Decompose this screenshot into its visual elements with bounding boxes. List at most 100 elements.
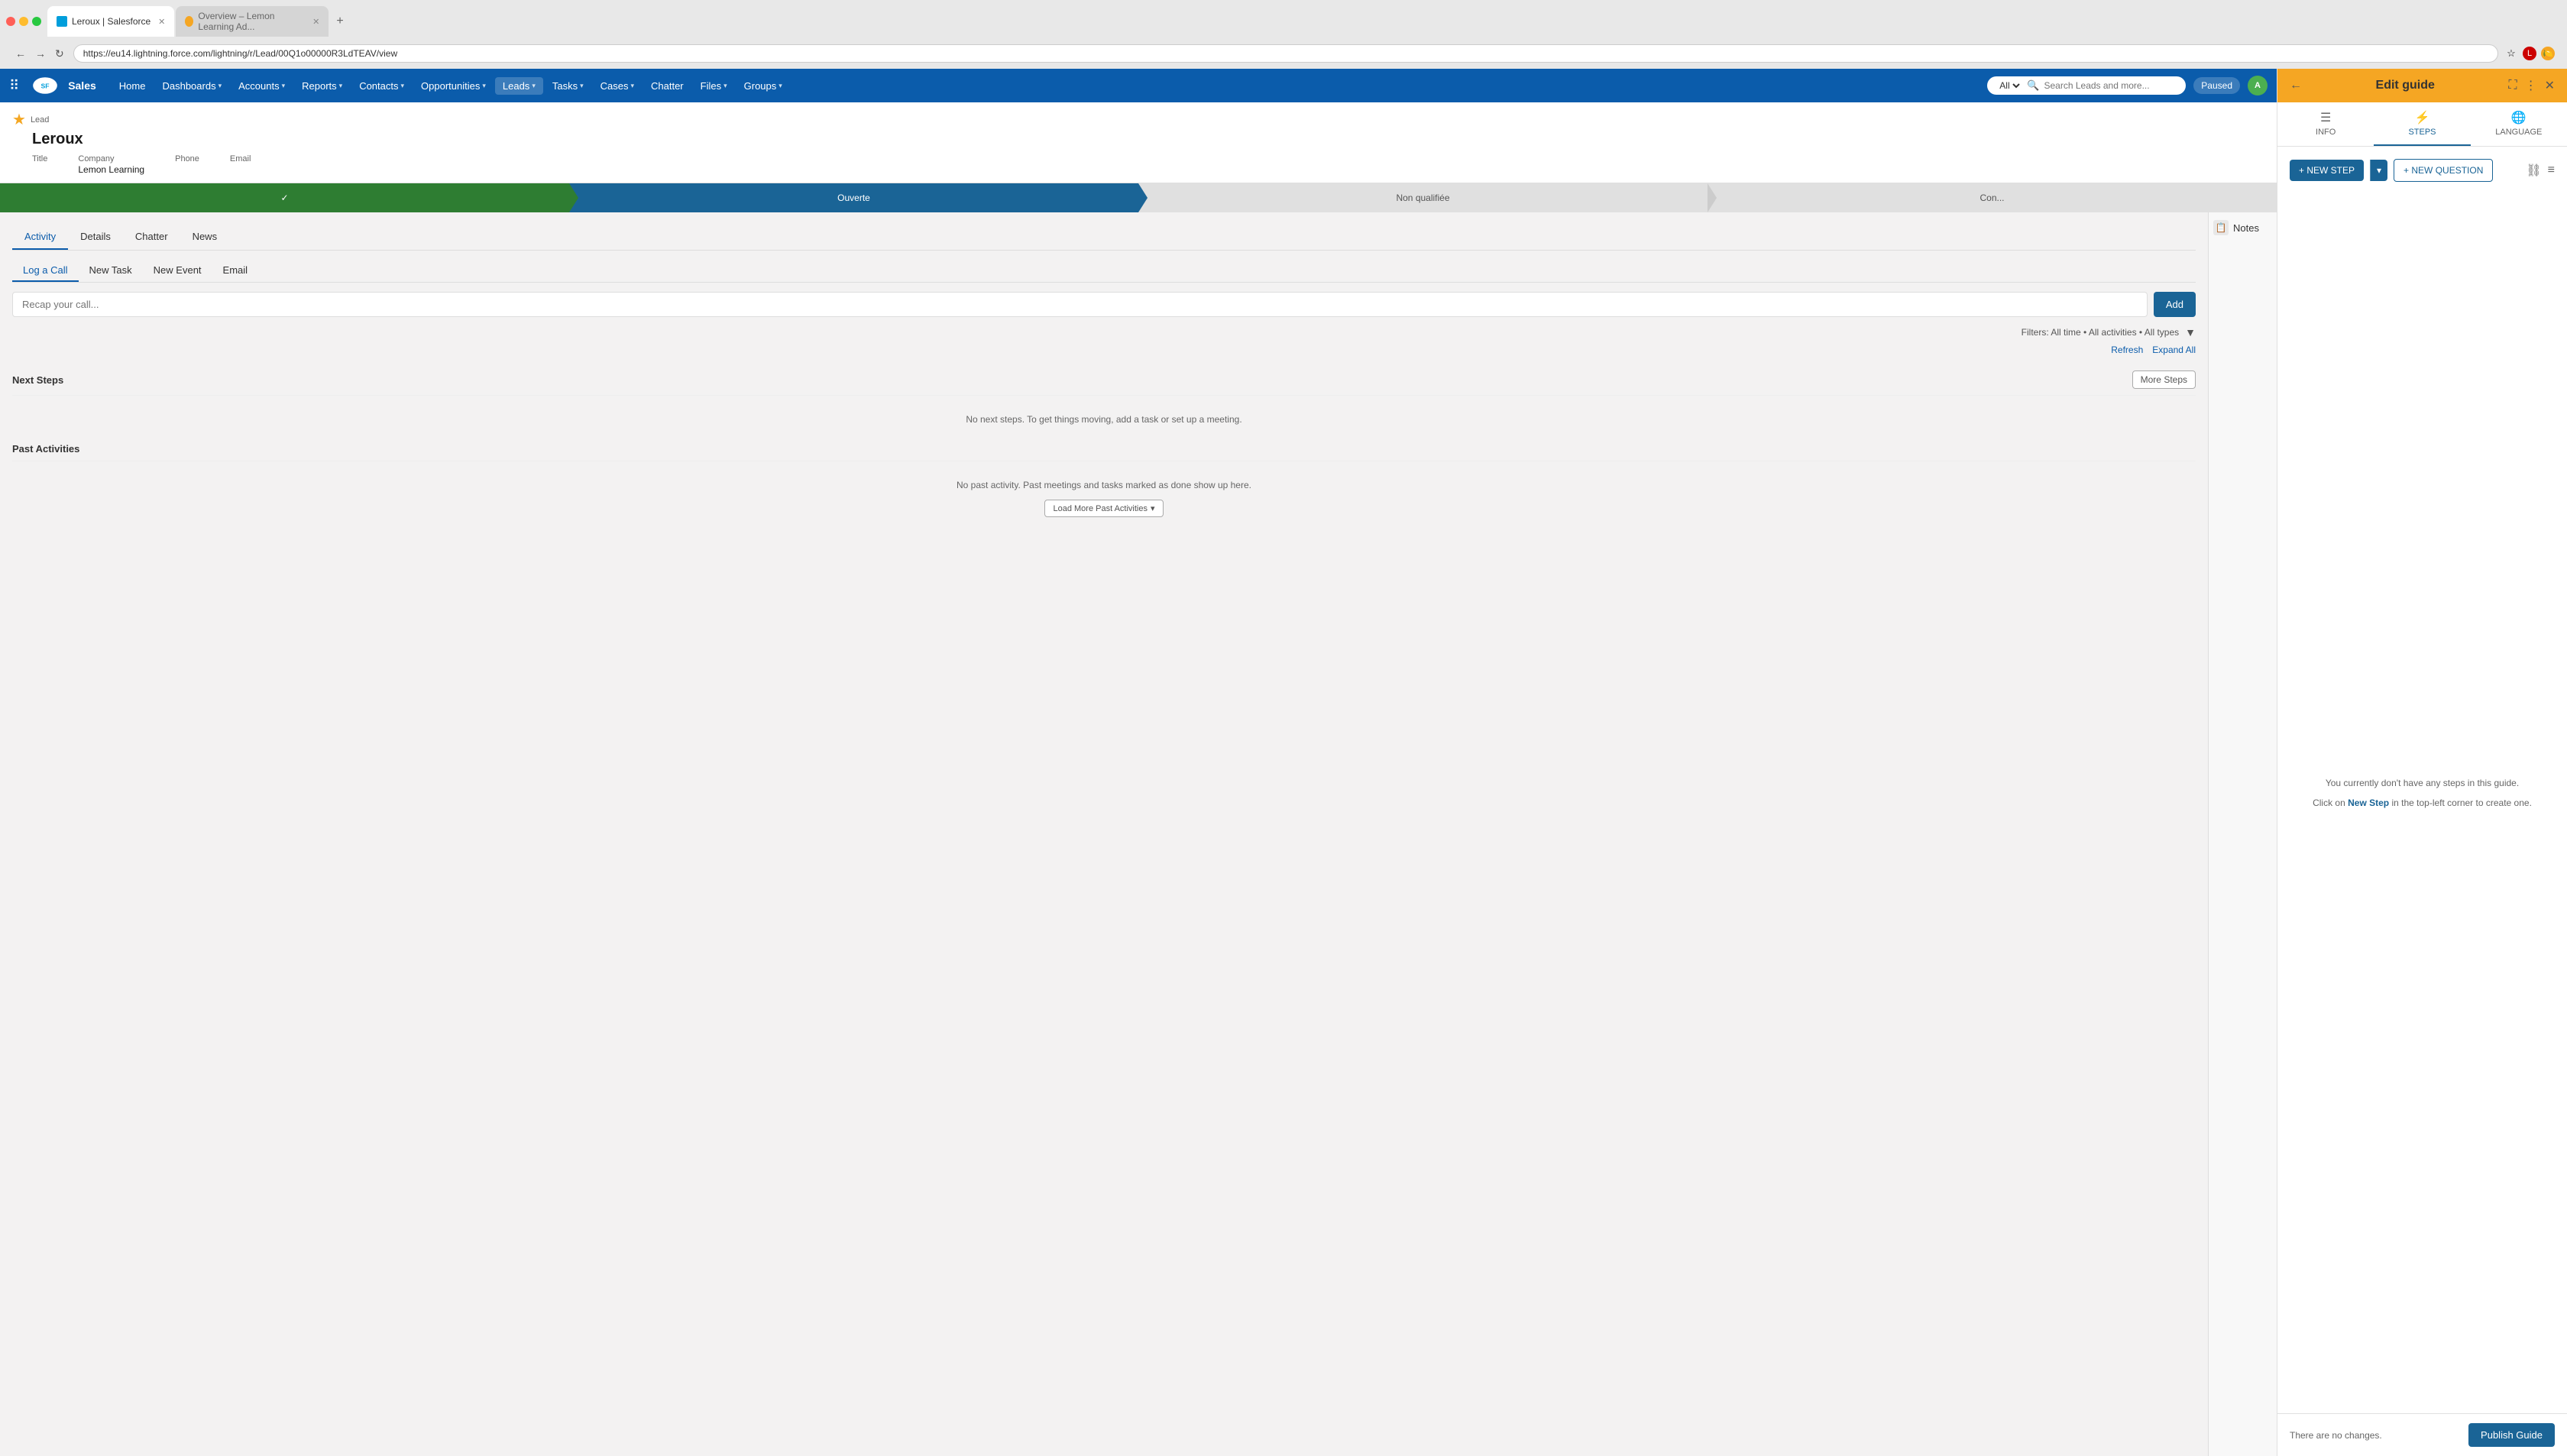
edit-guide-header: ← Edit guide ⛶ ⋮ ✕ (2277, 69, 2567, 102)
status-step-non-qualifiee[interactable]: Non qualifiée (1138, 183, 1708, 212)
waffle-menu-icon[interactable]: ⠿ (9, 78, 19, 94)
maximize-window-button[interactable] (32, 17, 41, 26)
load-more-chevron-icon: ▾ (1151, 503, 1155, 513)
main-content: Activity Details Chatter News Log a Call… (0, 212, 2208, 1456)
status-step-done[interactable]: ✓ (0, 183, 569, 212)
tab-close-salesforce[interactable]: ✕ (158, 17, 165, 27)
avatar-initials: A (2255, 81, 2261, 90)
close-panel-icon[interactable]: ✕ (2545, 78, 2555, 93)
nav-item-chatter[interactable]: Chatter (643, 77, 691, 95)
log-call-action[interactable]: Log a Call (12, 260, 79, 282)
filters-row: Filters: All time • All activities • All… (12, 326, 2196, 338)
company-label: Company (78, 154, 144, 163)
browser-tab-lemon[interactable]: Overview – Lemon Learning Ad... ✕ (176, 6, 329, 37)
new-event-action[interactable]: New Event (143, 260, 212, 282)
header-actions: ⛶ ⋮ ✕ (2508, 78, 2555, 93)
fullscreen-icon[interactable]: ⛶ (2508, 78, 2517, 93)
nav-item-cases[interactable]: Cases ▾ (593, 77, 642, 95)
new-question-button[interactable]: + NEW QUESTION (2394, 159, 2493, 182)
new-task-action[interactable]: New Task (79, 260, 143, 282)
add-button[interactable]: Add (2154, 292, 2196, 317)
filters-text: Filters: All time • All activities • All… (2022, 327, 2179, 338)
user-avatar[interactable]: A (2248, 76, 2268, 95)
activity-actions: Log a Call New Task New Event Email (12, 260, 2196, 283)
favorite-star-icon[interactable]: ★ (12, 110, 26, 129)
lemon-icon[interactable]: 🍋 (2541, 47, 2555, 60)
url-text: https://eu14.lightning.force.com/lightni… (83, 48, 397, 59)
nav-item-tasks[interactable]: Tasks ▾ (545, 77, 591, 95)
search-filter-select[interactable]: All (1996, 79, 2022, 92)
load-more-button[interactable]: Load More Past Activities ▾ (1044, 500, 1163, 517)
panel-list-icon[interactable]: ≡ (2548, 163, 2555, 178)
forward-button[interactable]: → (32, 46, 49, 62)
new-tab-button[interactable]: + (330, 6, 349, 37)
panel-tree-icon[interactable]: ⛓ (2526, 163, 2541, 178)
nav-item-contacts[interactable]: Contacts ▾ (351, 77, 412, 95)
close-window-button[interactable] (6, 17, 15, 26)
back-button[interactable]: ← (12, 46, 29, 62)
status-step-con[interactable]: Con... (1708, 183, 2277, 212)
tab-chatter[interactable]: Chatter (123, 225, 180, 250)
refresh-link[interactable]: Refresh (2111, 345, 2143, 355)
new-step-dropdown-button[interactable]: ▾ (2370, 160, 2387, 181)
new-step-button[interactable]: + NEW STEP (2290, 160, 2364, 181)
nav-item-opportunities[interactable]: Opportunities ▾ (413, 77, 494, 95)
sf-search: All 🔍 (1987, 76, 2186, 95)
status-con-label: Con... (1979, 193, 2004, 203)
tab-news[interactable]: News (180, 225, 230, 250)
reload-button[interactable]: ↻ (52, 46, 67, 62)
paused-label: Paused (2201, 80, 2232, 91)
back-arrow-icon[interactable]: ← (2290, 79, 2302, 92)
recap-input[interactable] (12, 292, 2148, 317)
info-tab-label: INFO (2316, 128, 2336, 137)
bookmark-icon[interactable]: ☆ (2504, 47, 2518, 60)
tab-details[interactable]: Details (68, 225, 123, 250)
search-input[interactable] (2044, 80, 2166, 91)
nav-item-dashboards[interactable]: Dashboards ▾ (154, 77, 229, 95)
tab-close-lemon[interactable]: ✕ (312, 17, 319, 27)
nav-item-accounts[interactable]: Accounts ▾ (231, 77, 293, 95)
lead-badge: ★ Lead (12, 110, 2264, 129)
lead-field-title: Title (32, 154, 47, 175)
panel-tab-info[interactable]: ☰ INFO (2277, 102, 2374, 146)
lead-field-phone: Phone (175, 154, 199, 175)
phone-label: Phone (175, 154, 199, 163)
email-action[interactable]: Email (212, 260, 259, 282)
browser-actions: ☆ L 🍋 (2504, 47, 2555, 60)
nav-buttons: ← → ↻ (12, 46, 67, 62)
topnav-right: All 🔍 Paused A (1987, 76, 2268, 95)
sf-nav-items: Home Dashboards ▾ Accounts ▾ Reports ▾ C… (112, 77, 1979, 95)
steps-tab-label: STEPS (2408, 128, 2436, 137)
minimize-window-button[interactable] (19, 17, 28, 26)
tab-favicon-lemon (185, 16, 193, 27)
next-steps-empty-text: No next steps. To get things moving, add… (966, 414, 1241, 425)
publish-guide-button[interactable]: Publish Guide (2468, 1423, 2555, 1447)
content-area: Activity Details Chatter News Log a Call… (0, 212, 2277, 1456)
past-activities-empty-text: No past activity. Past meetings and task… (24, 480, 2183, 490)
salesforce-logo: SF (31, 72, 59, 99)
lastpass-icon[interactable]: L (2523, 47, 2536, 60)
nav-item-leads[interactable]: Leads ▾ (495, 77, 543, 95)
nav-item-home[interactable]: Home (112, 77, 154, 95)
no-changes-text: There are no changes. (2290, 1430, 2382, 1441)
expand-all-link[interactable]: Expand All (2152, 345, 2196, 355)
more-options-icon[interactable]: ⋮ (2525, 78, 2537, 93)
status-ouverte-label: Ouverte (837, 193, 870, 203)
tab-activity[interactable]: Activity (12, 225, 68, 250)
browser-tab-salesforce[interactable]: Leroux | Salesforce ✕ (47, 6, 174, 37)
load-more-label: Load More Past Activities (1053, 504, 1148, 513)
nav-item-groups[interactable]: Groups ▾ (736, 77, 790, 95)
paused-button[interactable]: Paused (2193, 77, 2240, 94)
browser-chrome: Leroux | Salesforce ✕ Overview – Lemon L… (0, 0, 2567, 69)
panel-tab-steps[interactable]: ⚡ STEPS (2374, 102, 2470, 146)
address-bar[interactable]: https://eu14.lightning.force.com/lightni… (73, 44, 2498, 63)
language-tab-icon: 🌐 (2511, 110, 2527, 125)
browser-addressbar: ← → ↻ https://eu14.lightning.force.com/l… (6, 41, 2561, 69)
status-step-ouverte[interactable]: Ouverte (569, 183, 1138, 212)
nav-item-reports[interactable]: Reports ▾ (294, 77, 350, 95)
more-steps-button[interactable]: More Steps (2132, 370, 2196, 389)
panel-tab-language[interactable]: 🌐 LANGUAGE (2471, 102, 2567, 146)
filter-icon[interactable]: ▼ (2185, 326, 2196, 338)
new-step-inline-link[interactable]: New Step (2348, 798, 2389, 808)
nav-item-files[interactable]: Files ▾ (693, 77, 735, 95)
